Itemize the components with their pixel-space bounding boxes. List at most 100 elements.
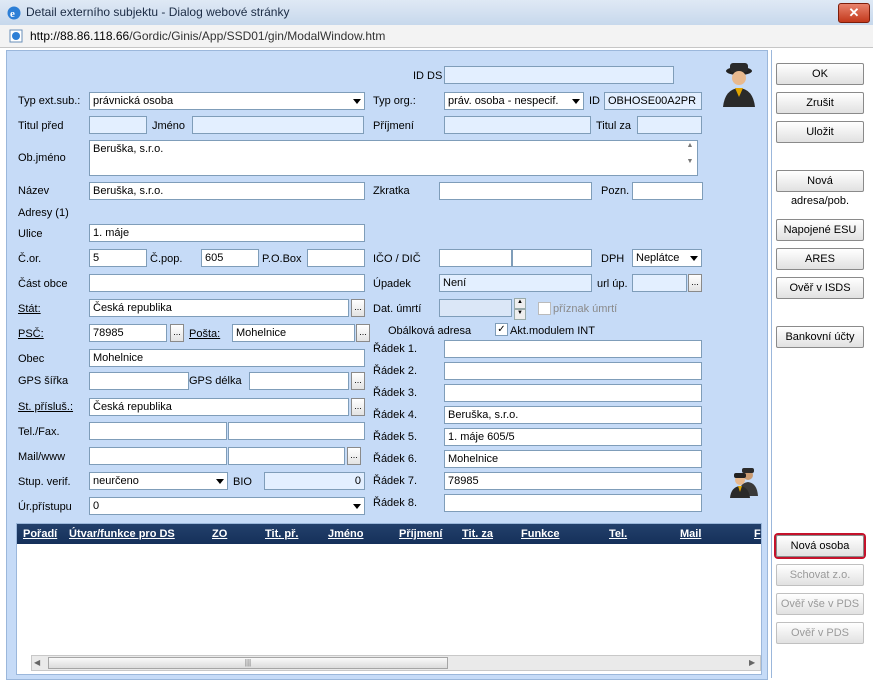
stat-label[interactable]: Stát:: [18, 303, 41, 315]
stup-verif-select[interactable]: neurčeno: [89, 472, 228, 490]
scrollbar-thumb[interactable]: |||: [48, 657, 448, 669]
titul-za-label: Titul za: [596, 120, 632, 132]
radek-field[interactable]: 78985: [444, 472, 702, 490]
cpop-field[interactable]: 605: [201, 249, 259, 267]
typ-ext-select[interactable]: právnická osoba: [89, 92, 365, 110]
verify-all-pds-button[interactable]: Ověř vše v PDS: [776, 593, 864, 615]
id-field[interactable]: OBHOSE00A2PR: [604, 92, 702, 110]
column-header[interactable]: ZO: [212, 528, 227, 540]
column-header[interactable]: Útvar/funkce pro DS: [69, 528, 175, 540]
ulice-field[interactable]: 1. máje: [89, 224, 365, 242]
ur-pristupu-select[interactable]: 0: [89, 497, 365, 515]
column-header[interactable]: Funkce: [521, 528, 560, 540]
radek-field[interactable]: Beruška, s.r.o.: [444, 406, 702, 424]
column-header[interactable]: Tel.: [609, 528, 627, 540]
psc-field[interactable]: 78985: [89, 324, 167, 342]
st-prislus-label[interactable]: St. přísluš.:: [18, 401, 73, 413]
page-icon: [9, 29, 23, 46]
priznak-umrti-checkbox[interactable]: [538, 302, 551, 315]
radek-field[interactable]: [444, 384, 702, 402]
cancel-button[interactable]: Zrušit: [776, 92, 864, 114]
grid-horizontal-scrollbar[interactable]: ◀ ||| ▶: [31, 655, 761, 671]
close-button[interactable]: ✕: [838, 3, 870, 23]
verify-isds-button[interactable]: Ověř v ISDS: [776, 277, 864, 299]
titul-pred-field[interactable]: [89, 116, 147, 134]
column-header[interactable]: Tit. za: [462, 528, 493, 540]
date-spinner[interactable]: ▲ ▼: [514, 298, 526, 320]
zkratka-field[interactable]: [439, 182, 592, 200]
nazev-field[interactable]: Beruška, s.r.o.: [89, 182, 365, 200]
action-sidebar: OK Zrušit Uložit Nová adresa/pob. Napoje…: [771, 50, 873, 678]
radek-field[interactable]: 1. máje 605/5: [444, 428, 702, 446]
akt-modulem-checkbox[interactable]: ✓: [495, 323, 508, 336]
titul-za-field[interactable]: [637, 116, 702, 134]
ico-field[interactable]: [439, 249, 512, 267]
prijmeni-field[interactable]: [444, 116, 591, 134]
radek-field[interactable]: Mohelnice: [444, 450, 702, 468]
gps-delka-field[interactable]: [249, 372, 349, 390]
persons-icon[interactable]: [729, 466, 759, 501]
objmeno-textarea[interactable]: Beruška, s.r.o.: [89, 140, 698, 176]
upadek-label: Úpadek: [373, 278, 411, 290]
scroll-left-icon[interactable]: ◀: [34, 658, 40, 667]
connected-esu-button[interactable]: Napojené ESU: [776, 219, 864, 241]
stat-lookup-button[interactable]: ...: [351, 299, 365, 317]
verify-pds-button[interactable]: Ověř v PDS: [776, 622, 864, 644]
tel-field[interactable]: [89, 422, 227, 440]
obec-field[interactable]: Mohelnice: [89, 349, 365, 367]
dat-umrti-label: Dat. úmrtí: [373, 303, 422, 315]
url-text: http://88.86.118.66/Gordic/Ginis/App/SSD…: [30, 29, 386, 43]
posta-field[interactable]: Mohelnice: [232, 324, 355, 342]
radek-field[interactable]: [444, 340, 702, 358]
mail-field[interactable]: [89, 447, 227, 465]
url-up-lookup-button[interactable]: ...: [688, 274, 702, 292]
new-person-button[interactable]: Nová osoba: [776, 535, 864, 557]
cast-obce-field[interactable]: [89, 274, 365, 292]
column-header[interactable]: Jméno: [328, 528, 363, 540]
upadek-field[interactable]: Není: [439, 274, 592, 292]
new-address-button[interactable]: Nová adresa/pob.: [776, 170, 864, 207]
ares-button[interactable]: ARES: [776, 248, 864, 270]
psc-lookup-button[interactable]: ...: [170, 324, 184, 342]
radek-label: Řádek 1.: [373, 343, 418, 355]
column-header[interactable]: Mail: [680, 528, 701, 540]
fax-field[interactable]: [228, 422, 365, 440]
dat-umrti-field[interactable]: [439, 299, 512, 317]
column-header[interactable]: Tit. př.: [265, 528, 298, 540]
st-prislus-lookup-button[interactable]: ...: [351, 398, 365, 416]
textarea-scrollbar[interactable]: ▲ ▼: [684, 142, 696, 174]
cast-obce-label: Část obce: [18, 278, 68, 290]
typ-org-select[interactable]: práv. osoba - nespecif.: [444, 92, 584, 110]
person-icon[interactable]: [719, 61, 759, 110]
posta-label[interactable]: Pošta:: [189, 328, 220, 340]
posta-lookup-button[interactable]: ...: [356, 324, 370, 342]
dph-select[interactable]: Neplátce: [632, 249, 702, 267]
radek-field[interactable]: [444, 494, 702, 512]
stat-field[interactable]: Česká republika: [89, 299, 349, 317]
st-prislus-field[interactable]: Česká republika: [89, 398, 349, 416]
save-button[interactable]: Uložit: [776, 121, 864, 143]
cor-field[interactable]: 5: [89, 249, 147, 267]
radek-field[interactable]: [444, 362, 702, 380]
column-header[interactable]: Příjmení: [399, 528, 442, 540]
pozn-field[interactable]: [632, 182, 703, 200]
pobox-field[interactable]: [307, 249, 365, 267]
column-header[interactable]: Pořadí: [23, 528, 57, 540]
id-ds-field[interactable]: [444, 66, 674, 84]
gps-sirka-field[interactable]: [89, 372, 189, 390]
window-titlebar: e Detail externího subjektu - Dialog web…: [0, 0, 873, 26]
bio-field[interactable]: 0: [264, 472, 365, 490]
dic-field[interactable]: [512, 249, 592, 267]
psc-label[interactable]: PSČ:: [18, 328, 44, 340]
hide-zo-button[interactable]: Schovat z.o.: [776, 564, 864, 586]
www-lookup-button[interactable]: ...: [347, 447, 361, 465]
scroll-right-icon[interactable]: ▶: [749, 658, 755, 667]
ok-button[interactable]: OK: [776, 63, 864, 85]
www-field[interactable]: [228, 447, 345, 465]
typ-ext-label: Typ ext.sub.:: [18, 95, 81, 107]
column-header[interactable]: F: [754, 528, 761, 540]
gps-lookup-button[interactable]: ...: [351, 372, 365, 390]
url-up-field[interactable]: [632, 274, 687, 292]
jmeno-field[interactable]: [192, 116, 364, 134]
bank-accounts-button[interactable]: Bankovní účty: [776, 326, 864, 348]
